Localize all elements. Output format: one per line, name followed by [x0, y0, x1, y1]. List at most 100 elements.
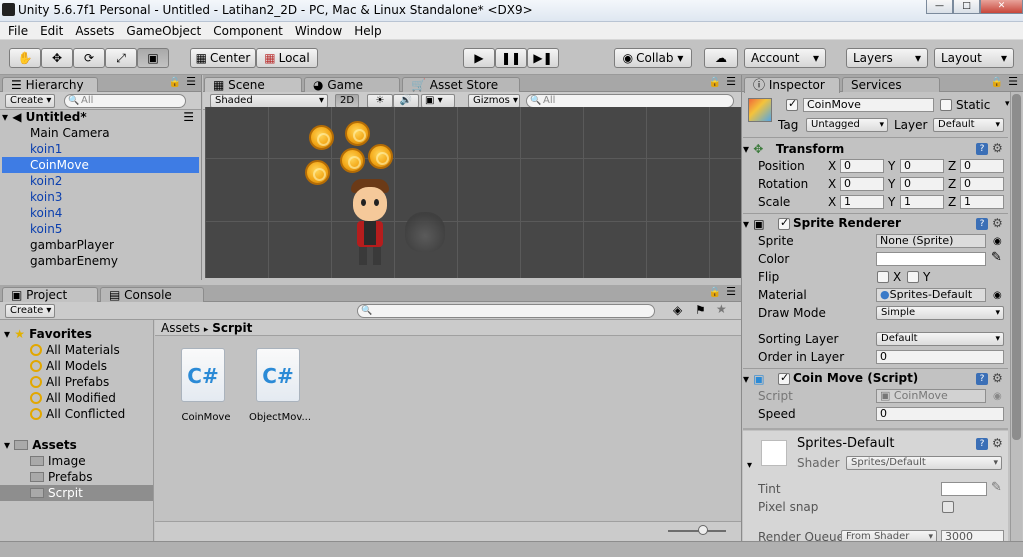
maximize-button[interactable]: □ [953, 0, 980, 14]
icon-size-slider-thumb[interactable] [697, 525, 708, 535]
folder-scrpit[interactable]: Scrpit [0, 485, 153, 501]
menu-gameobject[interactable]: GameObject [120, 22, 207, 40]
position-y-field[interactable]: 0 [900, 159, 944, 173]
hierarchy-item-koin4[interactable]: koin4 [2, 205, 199, 221]
menu-assets[interactable]: Assets [69, 22, 120, 40]
panel-menu-icon[interactable]: ☰ [726, 285, 736, 298]
enemy-sprite[interactable] [405, 212, 445, 252]
tab-scene[interactable]: ▦ Scene [204, 77, 302, 93]
play-button[interactable]: ▶ [463, 48, 495, 68]
hierarchy-item-koin2[interactable]: koin2 [2, 173, 199, 189]
static-checkbox[interactable] [940, 99, 952, 111]
eyedropper-icon[interactable]: ✎ [991, 480, 1002, 495]
inspector-scrollbar-thumb[interactable] [1012, 94, 1021, 440]
tag-dropdown[interactable]: Untagged [806, 118, 888, 132]
hierarchy-item-gambarplayer[interactable]: gambarPlayer [2, 237, 199, 253]
scene-effects-dropdown[interactable]: ▣ ▾ [421, 94, 455, 108]
position-x-field[interactable]: 0 [840, 159, 884, 173]
breadcrumb-scrpit[interactable]: Scrpit [212, 321, 252, 335]
rotation-y-field[interactable]: 0 [900, 177, 944, 191]
shading-mode-dropdown[interactable]: Shaded ▾ [210, 94, 328, 108]
help-icon[interactable]: ? [976, 218, 988, 230]
scale-tool-button[interactable]: ⤢ [105, 48, 137, 68]
foldout-arrow-icon[interactable]: ▾ [747, 460, 752, 471]
tab-services[interactable]: Services [842, 77, 940, 92]
favorites-header[interactable]: ▾ ★ Favorites [4, 326, 92, 342]
cloud-button[interactable]: ☁ [704, 48, 738, 68]
panel-menu-icon[interactable]: ☰ [726, 75, 736, 88]
eyedropper-icon[interactable]: ✎ [991, 250, 1002, 265]
gear-icon[interactable]: ⚙ [992, 216, 1003, 230]
pause-button[interactable]: ❚❚ [495, 48, 527, 68]
sorting-layer-dropdown[interactable]: Default [876, 332, 1004, 346]
help-icon[interactable]: ? [976, 438, 988, 450]
minimize-button[interactable]: — [926, 0, 953, 14]
flip-y-checkbox[interactable] [907, 271, 919, 283]
tab-game[interactable]: ◕ Game [304, 77, 400, 92]
search-by-label-icon[interactable]: ⚑ [695, 303, 706, 317]
object-name-field[interactable]: CoinMove [803, 98, 934, 112]
panel-menu-icon[interactable]: ☰ [186, 75, 196, 88]
static-chevron-down-icon[interactable]: ▾ [1005, 99, 1010, 109]
lock-icon[interactable]: 🔒 [709, 287, 721, 298]
hierarchy-create-dropdown[interactable]: Create ▾ [5, 94, 55, 108]
favorite-all-models[interactable]: All Models [30, 358, 107, 374]
folder-prefabs[interactable]: Prefabs [30, 469, 93, 485]
pivot-center-toggle[interactable]: ▦ Center [190, 48, 256, 68]
sprite-field[interactable]: None (Sprite) [876, 234, 986, 248]
coin-sprite[interactable] [368, 144, 393, 169]
project-search-input[interactable] [357, 304, 655, 318]
scale-y-field[interactable]: 1 [900, 195, 944, 209]
coin-move-enabled-checkbox[interactable] [778, 371, 790, 385]
inspector-scrollbar[interactable] [1010, 92, 1022, 541]
help-icon[interactable]: ? [976, 373, 988, 385]
assets-folder[interactable]: ▾ Assets [4, 437, 77, 453]
favorite-all-conflicted[interactable]: All Conflicted [30, 406, 125, 422]
close-window-button[interactable]: ✕ [980, 0, 1023, 14]
menu-edit[interactable]: Edit [34, 22, 69, 40]
hierarchy-item-coinmove[interactable]: CoinMove [2, 157, 199, 173]
folder-image[interactable]: Image [30, 453, 86, 469]
breadcrumb-assets[interactable]: Assets [161, 321, 200, 335]
scale-z-field[interactable]: 1 [960, 195, 1004, 209]
favorite-star-icon[interactable]: ★ [716, 302, 727, 316]
sprite-renderer-enabled-checkbox[interactable] [778, 216, 790, 230]
asset-coinmove[interactable]: C# CoinMove [178, 348, 234, 428]
hand-tool-button[interactable]: ✋ [9, 48, 41, 68]
gear-icon[interactable]: ⚙ [992, 436, 1003, 450]
hierarchy-item-koin5[interactable]: koin5 [2, 221, 199, 237]
asset-objectmove[interactable]: C# ObjectMov... [248, 348, 312, 428]
material-field[interactable]: ●Sprites-Default [876, 288, 986, 302]
scene-root[interactable]: ▾ ◀ Untitled* ☰ [2, 109, 199, 125]
favorite-all-prefabs[interactable]: All Prefabs [30, 374, 109, 390]
move-tool-button[interactable]: ✥ [41, 48, 73, 68]
menu-help[interactable]: Help [348, 22, 387, 40]
menu-component[interactable]: Component [207, 22, 289, 40]
coin-sprite[interactable] [345, 121, 370, 146]
icon-size-slider[interactable] [668, 530, 726, 532]
tab-hierarchy[interactable]: ☰ Hierarchy [2, 77, 98, 93]
favorite-all-materials[interactable]: All Materials [30, 342, 120, 358]
favorite-all-modified[interactable]: All Modified [30, 390, 116, 406]
coin-sprite[interactable] [305, 160, 330, 185]
scene-search-input[interactable]: All [526, 94, 734, 108]
player-sprite[interactable] [347, 179, 393, 267]
scale-x-field[interactable]: 1 [840, 195, 884, 209]
tab-project[interactable]: ▣ Project [2, 287, 98, 303]
collab-button[interactable]: ◉ Collab ▾ [614, 48, 692, 68]
lock-icon[interactable]: 🔒 [169, 77, 181, 88]
tab-asset-store[interactable]: 🛒 Asset Store [402, 77, 520, 92]
order-in-layer-field[interactable]: 0 [876, 350, 1004, 364]
rotation-x-field[interactable]: 0 [840, 177, 884, 191]
scene-audio-toggle[interactable]: 🔊 [393, 94, 419, 108]
hierarchy-item-koin1[interactable]: koin1 [2, 141, 199, 157]
rect-tool-button[interactable]: ▣ [137, 48, 169, 68]
panel-menu-icon[interactable]: ☰ [1008, 75, 1018, 88]
project-create-dropdown[interactable]: Create ▾ [5, 304, 55, 318]
position-z-field[interactable]: 0 [960, 159, 1004, 173]
rotate-tool-button[interactable]: ⟳ [73, 48, 105, 68]
layer-dropdown[interactable]: Default [933, 118, 1004, 132]
coin-sprite[interactable] [340, 148, 365, 173]
coin-sprite[interactable] [309, 125, 334, 150]
help-icon[interactable]: ? [976, 143, 988, 155]
